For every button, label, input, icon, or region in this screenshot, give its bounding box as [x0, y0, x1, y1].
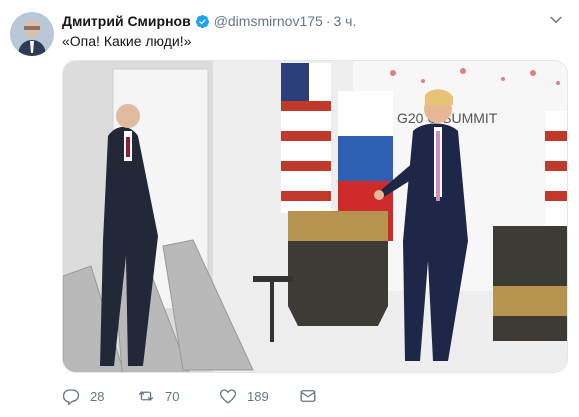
- reply-button[interactable]: 28: [62, 387, 137, 405]
- retweet-icon: [138, 391, 154, 401]
- user-handle[interactable]: @dimsmirnov175: [214, 13, 323, 29]
- verified-badge-icon: [195, 14, 210, 29]
- tweet-photo[interactable]: G20 O SUMMIT: [62, 60, 568, 373]
- tweet-text: «Опа! Какие люди!»: [62, 33, 192, 49]
- tweet-header: Дмитрий Смирнов @dimsmirnov175 · 3 ч.: [62, 11, 565, 31]
- avatar[interactable]: [10, 12, 54, 56]
- user-name[interactable]: Дмитрий Смирнов: [62, 13, 191, 29]
- chevron-down-icon[interactable]: [547, 11, 565, 29]
- reply-icon: [62, 389, 80, 405]
- retweet-count: 70: [165, 388, 180, 404]
- separator-dot: ·: [325, 13, 331, 29]
- tweet-actions: 28 70 189: [62, 385, 317, 407]
- tweet[interactable]: Дмитрий Смирнов @dimsmirnov175 · 3 ч. «О…: [0, 0, 579, 417]
- mail-icon: [300, 390, 316, 402]
- like-count: 189: [247, 388, 269, 404]
- tweet-time[interactable]: 3 ч.: [334, 13, 357, 29]
- reply-count: 28: [90, 388, 105, 404]
- like-button[interactable]: 189: [219, 387, 299, 405]
- heart-icon: [219, 389, 237, 404]
- message-button[interactable]: [299, 387, 317, 405]
- retweet-button[interactable]: 70: [137, 387, 219, 405]
